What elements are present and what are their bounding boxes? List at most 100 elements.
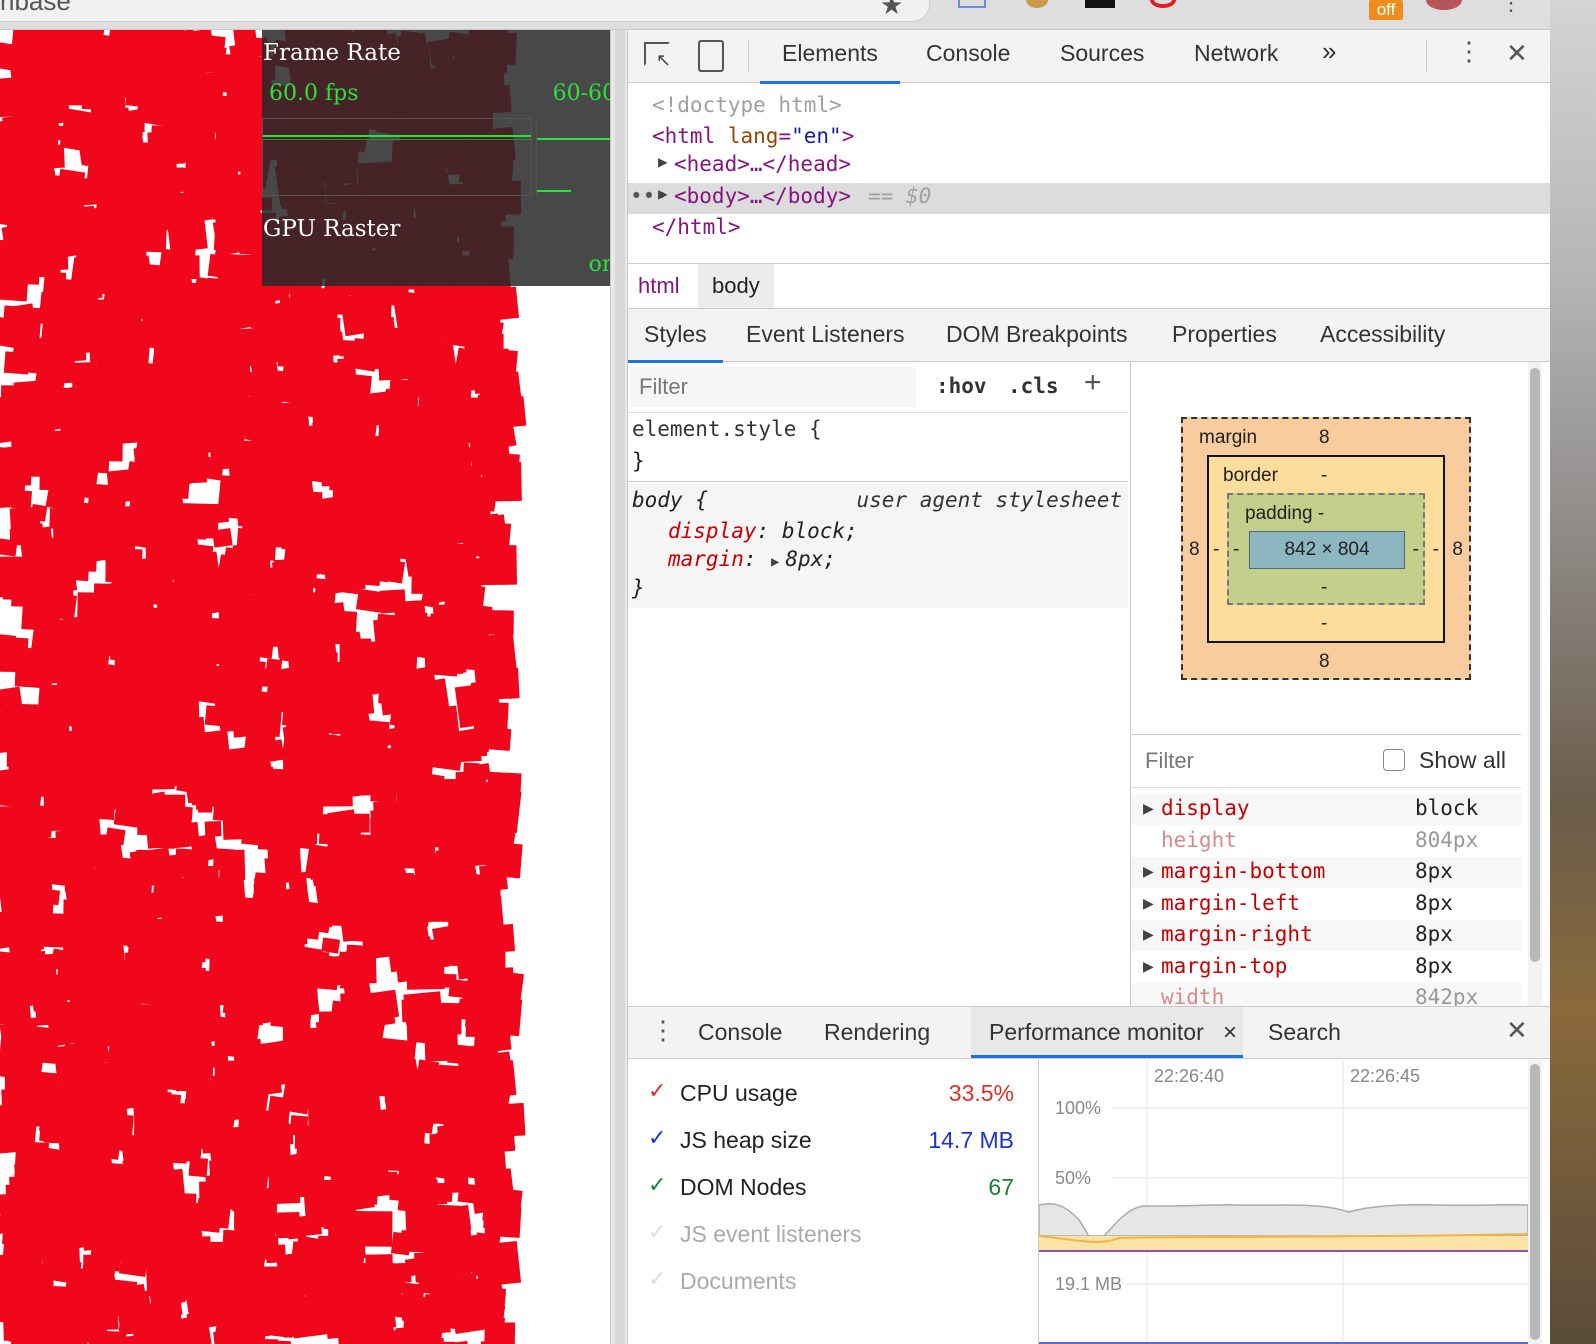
rule-source: user agent stylesheet <box>856 488 1122 512</box>
dom-html-node[interactable]: <html lang="en"> <box>652 121 854 152</box>
dom-html-close[interactable]: </html> <box>652 215 741 239</box>
dom-selected-marker: == $0 <box>868 184 932 208</box>
drawer-tab-console[interactable]: Console <box>698 1019 782 1046</box>
tab-event-listeners[interactable]: Event Listeners <box>746 321 905 348</box>
computed-prop-name: display <box>1161 796 1250 820</box>
tab-console[interactable]: Console <box>926 40 1010 67</box>
computed-prop-name: width <box>1161 985 1225 1006</box>
hov-toggle[interactable]: :hov <box>936 374 987 398</box>
tab-elements[interactable]: Elements <box>760 40 900 84</box>
checkmark-icon[interactable]: ✓ <box>648 1172 666 1198</box>
element-style-rule[interactable]: element.style { } <box>628 412 1128 482</box>
checkmark-icon[interactable]: ✓ <box>648 1266 666 1292</box>
extension-cookie-icon[interactable] <box>1026 0 1048 8</box>
breadcrumb-body[interactable]: body <box>698 264 774 308</box>
drawer-tab-performance-monitor[interactable]: Performance monitor × <box>971 1007 1243 1058</box>
tab-dom-breakpoints[interactable]: DOM Breakpoints <box>946 321 1128 348</box>
computed-row-display[interactable]: ▶ display block <box>1131 794 1521 825</box>
computed-row-margin-bottom[interactable]: ▶ margin-bottom 8px <box>1131 857 1521 888</box>
breadcrumb-html[interactable]: html <box>638 273 680 299</box>
perf-metric-1[interactable]: ✓ JS heap size 14.7 MB <box>628 1125 1028 1161</box>
address-text: nbase <box>0 0 71 16</box>
box-model-border[interactable]: border - - - - padding - - - - 842 × 804 <box>1207 455 1445 643</box>
drawer-close-icon[interactable]: ✕ <box>1506 1015 1528 1046</box>
box-model-content[interactable]: 842 × 804 <box>1249 531 1405 569</box>
browser-menu-icon[interactable]: ⋮ <box>1500 0 1522 16</box>
y-label-100: 100% <box>1055 1098 1102 1119</box>
device-toolbar-icon[interactable] <box>698 40 724 72</box>
box-model-margin[interactable]: margin 8 8 8 8 border - - - - padding - … <box>1181 417 1471 680</box>
body-ua-rule[interactable]: body { user agent stylesheet display: bl… <box>628 484 1128 608</box>
devtools-main-tabbar: ↖ Elements Console Sources Network » ⋮ ✕ <box>628 30 1578 84</box>
perf-monitor-chart: 22:26:40 22:26:45 100% 50% 19.1 MB <box>1038 1060 1529 1344</box>
expand-shorthand-triangle-icon[interactable]: ▶ <box>757 554 786 570</box>
hud-fps-graph <box>262 118 532 196</box>
computed-row-margin-left[interactable]: ▶ margin-left 8px <box>1131 888 1521 920</box>
computed-filter-input[interactable]: Filter <box>1145 748 1194 774</box>
perf-metric-3[interactable]: ✓ JS event listeners <box>628 1219 1028 1255</box>
hud-frame-rate-title: Frame Rate <box>263 40 401 66</box>
show-all-checkbox[interactable] <box>1383 749 1405 771</box>
tab-styles[interactable]: Styles <box>628 321 723 363</box>
extension-stop-icon[interactable] <box>1150 0 1176 8</box>
perf-metric-label: Documents <box>680 1268 797 1294</box>
expand-triangle-icon[interactable]: ▶ <box>1143 958 1154 975</box>
extension-off-badge[interactable]: off <box>1369 0 1403 20</box>
dom-body-node[interactable]: <body>…</body> <box>674 184 851 208</box>
y-label-heap: 19.1 MB <box>1055 1274 1123 1295</box>
rule-margin: margin: ▶ 8px; <box>668 547 836 571</box>
expand-triangle-icon[interactable]: ▶ <box>1143 800 1154 817</box>
computed-prop-value: 8px <box>1415 953 1453 978</box>
computed-row-margin-right[interactable]: ▶ margin-right 8px <box>1131 920 1521 951</box>
expand-head-triangle-icon[interactable]: ▶ <box>658 152 668 171</box>
devtools-menu-icon[interactable]: ⋮ <box>1456 36 1482 67</box>
extension-screen-icon[interactable] <box>958 0 986 8</box>
checkmark-icon[interactable]: ✓ <box>648 1219 666 1245</box>
perf-metric-4[interactable]: ✓ Documents <box>628 1266 1028 1302</box>
computed-row-width[interactable]: width 842px <box>1131 983 1521 1006</box>
devtools-resize-handle[interactable] <box>610 30 628 1344</box>
perf-metric-value: 33.5% <box>948 1080 1014 1106</box>
perf-scrollbar[interactable] <box>1528 1060 1542 1344</box>
expand-triangle-icon[interactable]: ▶ <box>1143 926 1154 943</box>
rule-display: display: block; <box>668 519 858 543</box>
computed-row-margin-top[interactable]: ▶ margin-top 8px <box>1131 951 1521 983</box>
tab-sources[interactable]: Sources <box>1060 40 1144 67</box>
perf-metric-0[interactable]: ✓ CPU usage 33.5% <box>628 1078 1028 1114</box>
perf-metric-label: CPU usage <box>680 1080 798 1106</box>
perf-metric-2[interactable]: ✓ DOM Nodes 67 <box>628 1172 1028 1208</box>
expand-body-triangle-icon[interactable]: ▶ <box>658 184 668 203</box>
box-model-padding[interactable]: padding - - - - 842 × 804 <box>1227 493 1425 605</box>
dom-head-node[interactable]: <head>…</head> <box>674 152 851 176</box>
more-tabs-chevron-icon[interactable]: » <box>1322 36 1336 67</box>
new-style-rule-plus-icon[interactable]: + <box>1084 366 1102 400</box>
drawer-tab-rendering[interactable]: Rendering <box>824 1019 930 1046</box>
computed-prop-value: block <box>1415 796 1479 820</box>
sidebar-scrollbar[interactable] <box>1528 362 1542 1006</box>
styles-filter-input[interactable]: Filter <box>630 367 916 407</box>
checkmark-icon[interactable]: ✓ <box>648 1125 666 1151</box>
computed-row-height[interactable]: height 804px <box>1131 825 1521 857</box>
hud-fps-range: 60-60 <box>552 81 616 106</box>
desktop-background <box>1550 0 1596 1344</box>
devtools-close-icon[interactable]: ✕ <box>1506 38 1528 69</box>
tab-network[interactable]: Network <box>1194 40 1278 67</box>
checkmark-icon[interactable]: ✓ <box>648 1078 666 1104</box>
cls-toggle[interactable]: .cls <box>1008 374 1059 398</box>
extension-terminal-icon[interactable] <box>1085 0 1115 8</box>
expand-triangle-icon[interactable]: ▶ <box>1143 895 1154 912</box>
computed-prop-name: margin-top <box>1161 953 1288 978</box>
address-bar[interactable] <box>0 0 930 22</box>
profile-avatar[interactable] <box>1426 0 1462 10</box>
close-tab-icon[interactable]: × <box>1223 1019 1237 1047</box>
drawer-menu-icon[interactable]: ⋮ <box>650 1015 676 1046</box>
tab-accessibility[interactable]: Accessibility <box>1320 321 1445 348</box>
computed-prop-value: 8px <box>1415 890 1453 915</box>
bookmark-star-icon[interactable]: ★ <box>880 0 903 21</box>
expand-triangle-icon[interactable]: ▶ <box>1143 863 1154 880</box>
tab-properties[interactable]: Properties <box>1172 321 1277 348</box>
computed-filter-bar: Filter Show all <box>1131 734 1521 788</box>
dom-doctype: <!doctype html> <box>652 93 842 117</box>
drawer-tab-search[interactable]: Search <box>1268 1019 1341 1046</box>
computed-prop-name: margin-right <box>1161 922 1313 946</box>
